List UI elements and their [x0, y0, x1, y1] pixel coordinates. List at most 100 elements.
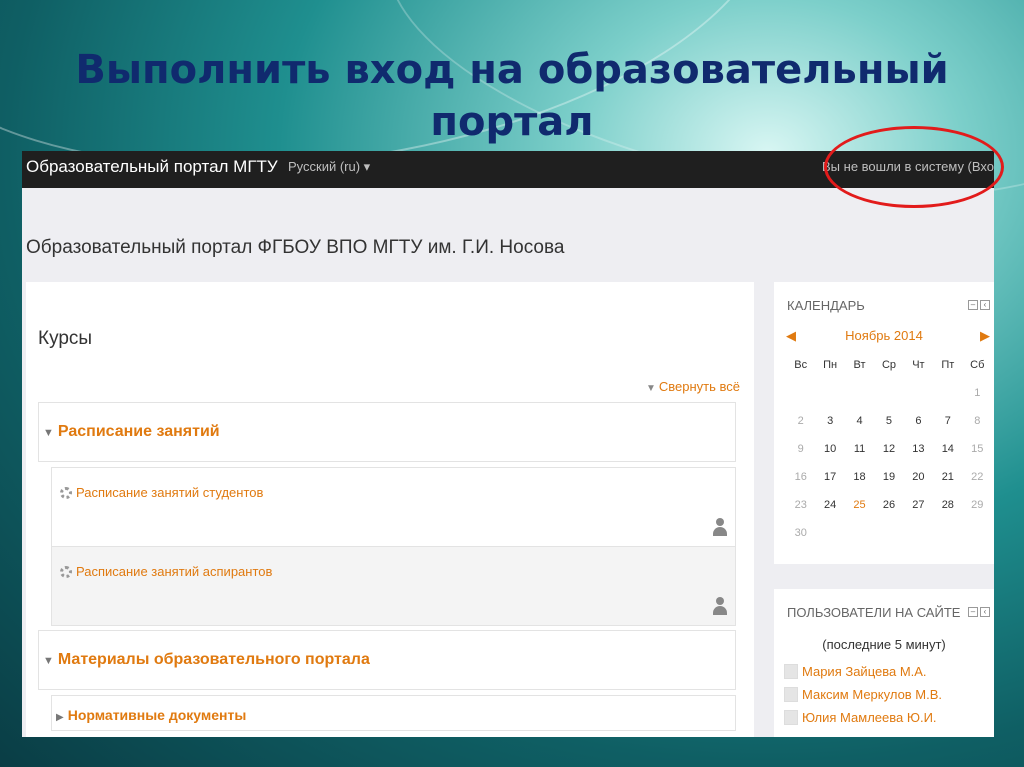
calendar-day[interactable]: 3: [815, 415, 844, 443]
highlight-ellipse: [824, 126, 1004, 208]
calendar-day[interactable]: 24: [815, 499, 844, 527]
calendar-day[interactable]: 28: [933, 499, 962, 527]
calendar-day: [933, 387, 962, 415]
guest-access-icon: [713, 597, 727, 615]
calendar-day[interactable]: 30: [786, 527, 815, 555]
calendar-week: 16 17 18 19 20 21 22: [786, 471, 992, 499]
online-users-block: ПОЛЬЗОВАТЕЛИ НА САЙТЕ – ‹ (последние 5 ми…: [774, 589, 994, 737]
online-users-subtitle: (последние 5 минут): [822, 637, 946, 652]
page-header-title: Образовательный портал ФГБОУ ВПО МГТУ им…: [26, 237, 565, 258]
calendar-week: 2345678: [786, 415, 992, 443]
category-label: ▼ Материалы образовательного портала: [43, 651, 370, 669]
triangle-right-icon: ▶: [56, 712, 64, 723]
calendar-day[interactable]: 8: [963, 415, 992, 443]
category-materials-label: Материалы образовательного портала: [57, 651, 370, 668]
site-brand-link[interactable]: Образовательный портал МГТУ: [26, 157, 278, 177]
weekday-label: Пт: [941, 359, 955, 371]
category-schedule-label: Расписание занятий: [57, 423, 220, 440]
next-month-arrow-icon[interactable]: ▶: [980, 328, 990, 344]
calendar-heading: КАЛЕНДАРЬ: [787, 298, 865, 313]
calendar-day: [845, 387, 874, 415]
weekday-label: Ср: [881, 359, 896, 371]
calendar-day[interactable]: 19: [874, 471, 903, 499]
triangle-down-icon: ▼: [43, 655, 54, 667]
user-avatar: [784, 687, 798, 702]
calendar-day[interactable]: 15: [963, 443, 992, 471]
online-user-name: Юлия Мамлеева Ю.И.: [802, 710, 937, 725]
minimize-icon[interactable]: –: [968, 300, 978, 310]
calendar-day: [963, 527, 992, 555]
calendar-week: 23 24 25 26 27 28 29: [786, 499, 992, 527]
calendar-day[interactable]: 21: [933, 471, 962, 499]
online-user-name: Максим Меркулов М.В.: [802, 687, 943, 702]
calendar-day[interactable]: 14: [933, 443, 962, 471]
online-user-item[interactable]: Юлия Мамлеева Ю.И.: [784, 706, 942, 729]
language-selector[interactable]: Русский (ru) ▾: [288, 159, 370, 175]
category-materials[interactable]: ▼ Материалы образовательного портала: [38, 630, 736, 690]
course-icon: [60, 566, 72, 578]
calendar-block: КАЛЕНДАРЬ – ‹ ◀ Ноябрь 2014 ▶ Вс Пн Вт Ср Чт П…: [774, 282, 994, 564]
calendar-month[interactable]: Ноябрь 2014: [774, 328, 994, 343]
course-item: Расписание занятий студентов: [51, 467, 736, 547]
calendar-day[interactable]: 25: [845, 499, 874, 527]
course-link-postgrads[interactable]: Расписание занятий аспирантов: [76, 564, 272, 579]
weekday-label: Сб: [970, 359, 985, 371]
calendar-day[interactable]: 2: [786, 415, 815, 443]
block-controls: – ‹: [968, 607, 990, 617]
triangle-down-icon: ▼: [645, 383, 656, 394]
calendar-day: [933, 527, 962, 555]
online-user-item[interactable]: Мария Зайцева М.А.: [784, 660, 942, 683]
dock-icon[interactable]: ‹: [980, 607, 990, 617]
online-user-item[interactable]: Максим Меркулов М.В.: [784, 683, 942, 706]
online-users-list: Мария Зайцева М.А. Максим Меркулов М.В. Юл…: [784, 660, 942, 729]
category-schedule[interactable]: ▼ Расписание занятий: [38, 402, 736, 462]
courses-panel: Курсы ▼ Свернуть всё ▼ Расписание занятий …: [26, 282, 754, 737]
portal-screenshot: Образовательный портал МГТУ Русский (ru)…: [22, 151, 994, 737]
calendar-nav: ◀ Ноябрь 2014 ▶: [774, 328, 994, 346]
subcategory-label: ▶ Нормативные документы: [56, 707, 246, 723]
calendar-grid: Вс Пн Вт Ср Чт Пт Сб 1 2 3 4 5 6 7 8 9 10 11 12 13 14 15 16 17…: [786, 359, 992, 555]
calendar-day: [874, 387, 903, 415]
calendar-day[interactable]: 23: [786, 499, 815, 527]
online-users-heading: ПОЛЬЗОВАТЕЛИ НА САЙТЕ: [787, 605, 961, 620]
calendar-day[interactable]: 11: [845, 443, 874, 471]
calendar-week: 1: [786, 387, 992, 415]
dock-icon[interactable]: ‹: [980, 300, 990, 310]
calendar-day[interactable]: 29: [963, 499, 992, 527]
calendar-day[interactable]: 10: [815, 443, 844, 471]
course-icon: [60, 487, 72, 499]
calendar-day[interactable]: 26: [874, 499, 903, 527]
calendar-day[interactable]: 7: [933, 415, 962, 443]
calendar-day[interactable]: 9: [786, 443, 815, 471]
calendar-day: [874, 527, 903, 555]
calendar-day[interactable]: 5: [874, 415, 903, 443]
calendar-day: [845, 527, 874, 555]
calendar-day: [815, 527, 844, 555]
calendar-day[interactable]: 12: [874, 443, 903, 471]
calendar-day[interactable]: 27: [904, 499, 933, 527]
calendar-day[interactable]: 18: [845, 471, 874, 499]
guest-access-icon: [713, 518, 727, 536]
calendar-day[interactable]: 17: [815, 471, 844, 499]
triangle-down-icon: ▼: [43, 427, 54, 439]
calendar-day[interactable]: 16: [786, 471, 815, 499]
calendar-day[interactable]: 6: [904, 415, 933, 443]
calendar-day: [815, 387, 844, 415]
collapse-all-link[interactable]: ▼ Свернуть всё: [646, 379, 740, 394]
subcategory-regulatory[interactable]: ▶ Нормативные документы: [51, 695, 736, 731]
category-label: ▼ Расписание занятий: [43, 423, 220, 441]
online-user-name: Мария Зайцева М.А.: [802, 664, 927, 679]
calendar-day[interactable]: 4: [845, 415, 874, 443]
minimize-icon[interactable]: –: [968, 607, 978, 617]
calendar-day[interactable]: 22: [963, 471, 992, 499]
subcategory-regulatory-label: Нормативные документы: [67, 707, 247, 723]
calendar-day: [904, 527, 933, 555]
courses-heading: Курсы: [38, 328, 93, 349]
block-controls: – ‹: [968, 300, 990, 310]
user-avatar: [784, 710, 798, 725]
calendar-day[interactable]: 20: [904, 471, 933, 499]
calendar-day[interactable]: 1: [963, 387, 992, 415]
course-link-students[interactable]: Расписание занятий студентов: [76, 485, 263, 500]
calendar-day[interactable]: 13: [904, 443, 933, 471]
collapse-all-label: Свернуть всё: [658, 379, 740, 394]
